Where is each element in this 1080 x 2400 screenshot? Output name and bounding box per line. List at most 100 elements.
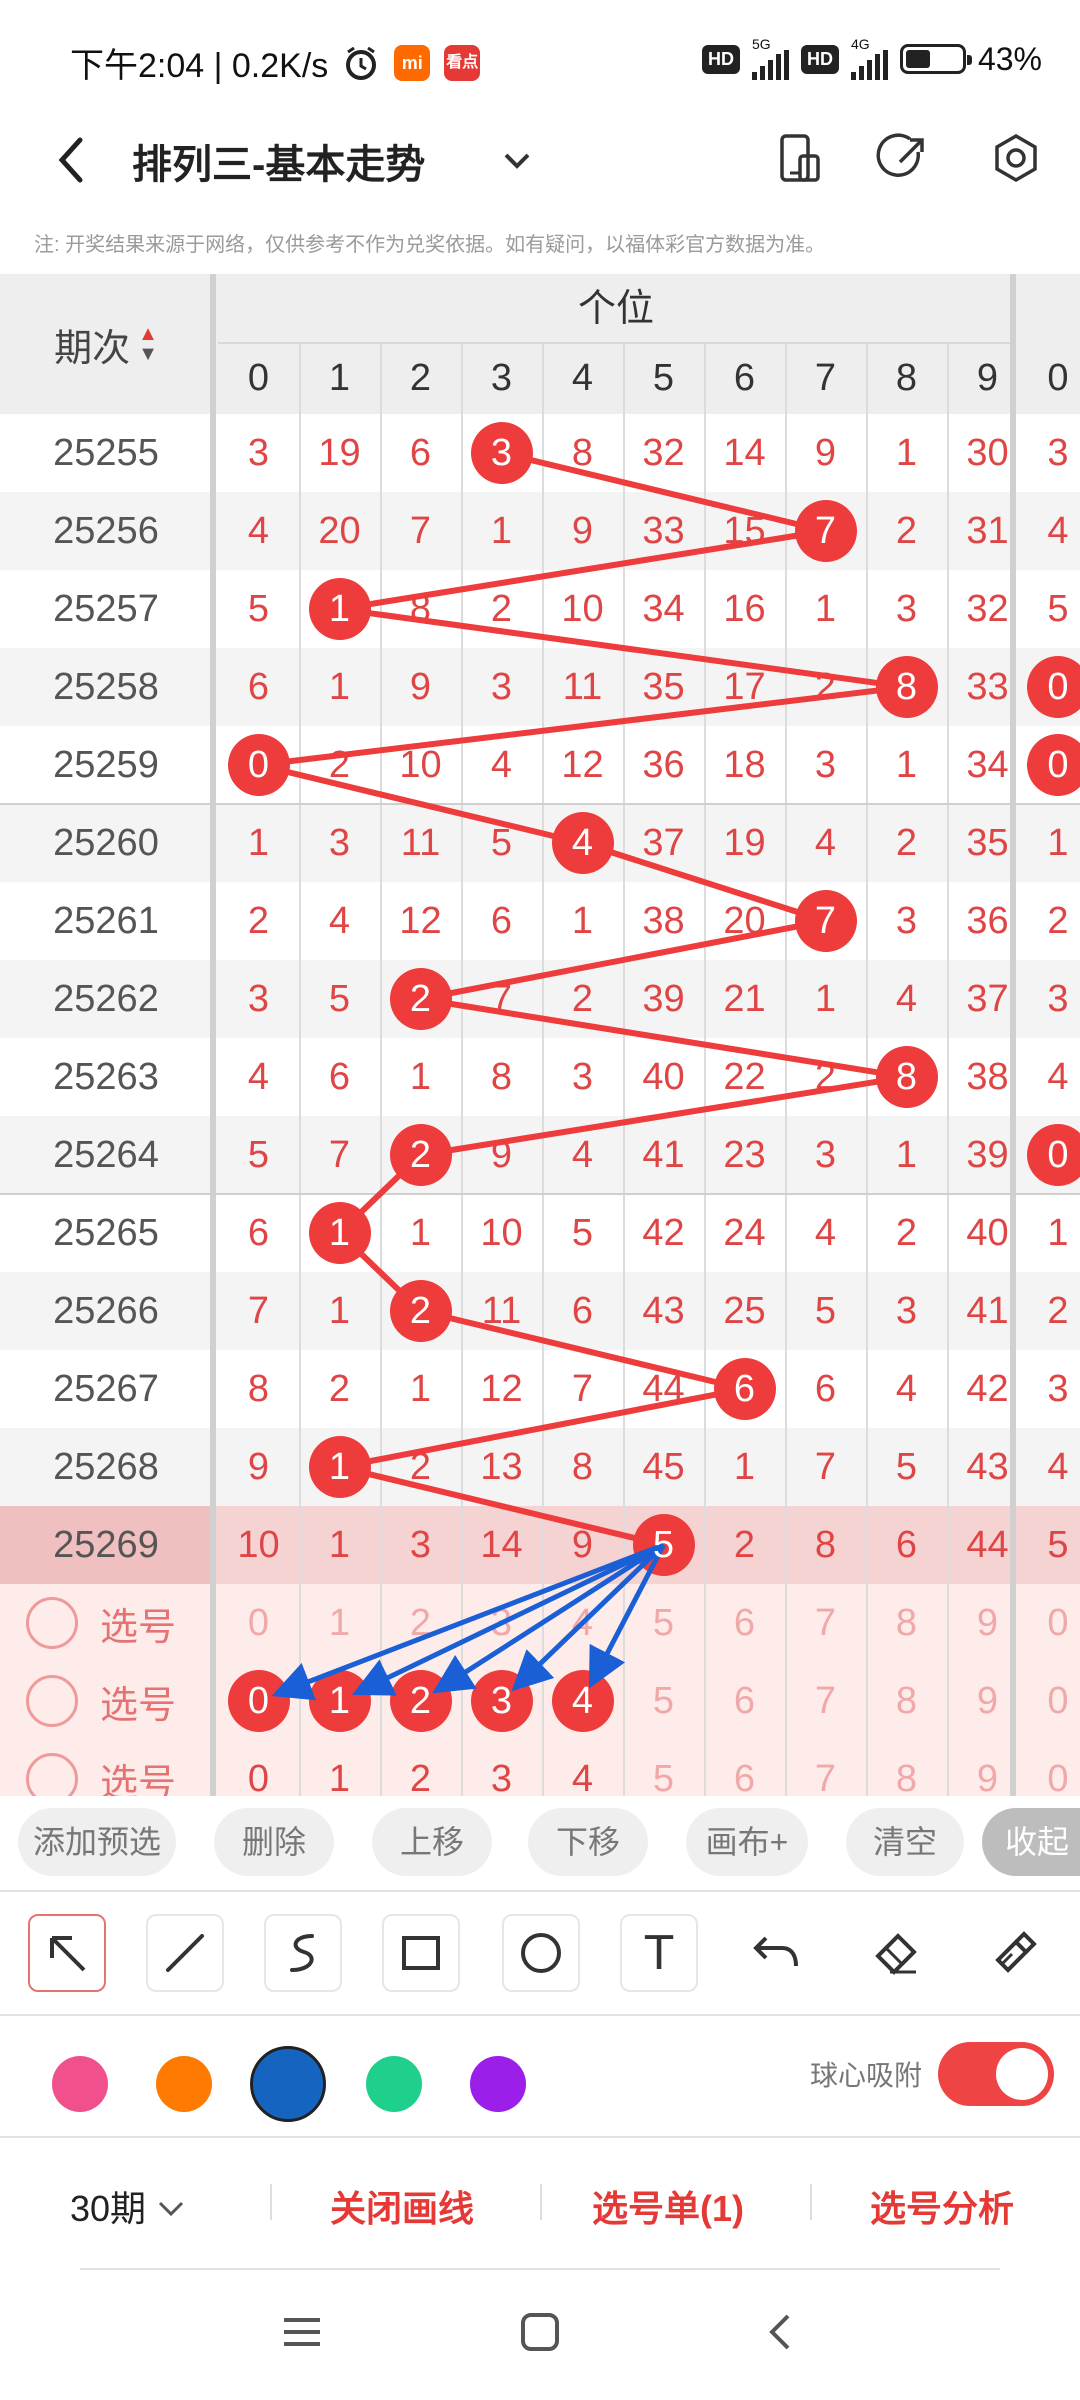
color-swatch-orange[interactable] — [156, 2056, 212, 2112]
select-arrow-tool[interactable] — [28, 1914, 106, 1992]
cell-value: 4 — [1047, 1446, 1069, 1488]
pick-number[interactable]: 5 — [623, 1584, 704, 1662]
cell-value: 1 — [328, 1290, 351, 1332]
cell-value: 6 — [490, 900, 513, 942]
period-header[interactable]: 期次 ▲ ▼ — [0, 274, 212, 414]
back-arrow-icon[interactable] — [50, 130, 90, 190]
chevron-down-icon[interactable] — [500, 144, 534, 178]
circle-tool[interactable] — [502, 1914, 580, 1992]
share-icon[interactable] — [874, 128, 934, 188]
status-left: 下午2:04 | 0.2K/s mi 看点 — [70, 38, 481, 87]
pick-list-button[interactable]: 选号单(1) — [592, 2180, 744, 2232]
mi-app-icon: mi — [394, 44, 431, 81]
move-down-button[interactable]: 下移 — [528, 1808, 648, 1876]
pick-number[interactable]: 6 — [704, 1662, 785, 1740]
pick-number-value: 9 — [976, 1602, 999, 1644]
system-nav-bar — [0, 2268, 1080, 2400]
pick-number[interactable]: 8 — [866, 1584, 947, 1662]
selected-number-ball[interactable]: 0 — [218, 1662, 299, 1740]
add-preselect-button[interactable]: 添加预选 — [18, 1808, 176, 1876]
clear-button[interactable]: 清空 — [846, 1808, 964, 1876]
settings-icon[interactable] — [986, 128, 1046, 188]
pick-number[interactable]: 7 — [785, 1584, 866, 1662]
cell-value: 5 — [247, 588, 270, 630]
period-count-select[interactable]: 30期 — [70, 2180, 186, 2232]
clear-brush-icon — [995, 1931, 1037, 1973]
cell-value: 40 — [966, 1212, 1009, 1254]
pick-number[interactable]: 5 — [623, 1662, 704, 1740]
selected-number-ball[interactable]: 2 — [380, 1662, 461, 1740]
pick-number[interactable]: 1 — [299, 1584, 380, 1662]
radio-circle-icon[interactable] — [26, 1675, 78, 1727]
text-tool[interactable]: T — [620, 1914, 698, 1992]
omission-cell: 11 — [542, 648, 623, 726]
pick-number[interactable]: 4 — [542, 1584, 623, 1662]
page-title[interactable]: 排列三-基本走势 — [132, 132, 425, 190]
canvas-plus-button[interactable]: 画布+ — [686, 1808, 808, 1876]
back-icon[interactable] — [760, 2312, 800, 2352]
group-separator — [0, 803, 1080, 805]
cell-value: 36 — [642, 744, 685, 786]
close-drawing-button[interactable]: 关闭画线 — [330, 2180, 474, 2232]
pick-number-value: 5 — [652, 1602, 675, 1644]
pick-number[interactable]: 0 — [1018, 1662, 1080, 1740]
table-row: 25260 1 3 11 5 4 37 19 4 2 35 1 — [0, 804, 1080, 882]
table-row: 25268 9 1 2 13 8 45 1 7 5 43 4 — [0, 1428, 1080, 1506]
color-swatch-blue[interactable] — [250, 2046, 326, 2122]
undo-tool[interactable] — [738, 1914, 816, 1992]
period-number: 25268 — [53, 1446, 159, 1488]
cell-value: 3 — [490, 432, 513, 474]
pick-row-selector[interactable]: 选号 — [0, 1584, 212, 1662]
kandian-app-icon: 看点 — [444, 44, 481, 81]
omission-cell: 3 — [866, 1272, 947, 1350]
pick-number-value: 6 — [733, 1680, 756, 1722]
cell-value: 2 — [733, 1524, 756, 1566]
pick-number[interactable]: 0 — [218, 1584, 299, 1662]
cell-value: 6 — [895, 1524, 918, 1566]
cell-value: 2 — [247, 900, 270, 942]
phone-layout-icon[interactable] — [770, 128, 830, 188]
omission-cell: 12 — [461, 1350, 542, 1428]
menu-icon[interactable] — [282, 2312, 322, 2352]
pick-number[interactable]: 0 — [1018, 1584, 1080, 1662]
cell-value: 2 — [409, 1446, 432, 1488]
pick-row-selector[interactable]: 选号 — [0, 1662, 212, 1740]
move-up-button[interactable]: 上移 — [372, 1808, 492, 1876]
cell-value: 5 — [814, 1290, 837, 1332]
delete-button[interactable]: 删除 — [214, 1808, 334, 1876]
selected-number-ball[interactable]: 1 — [299, 1662, 380, 1740]
cell-value: 5 — [328, 978, 351, 1020]
color-swatch-green[interactable] — [366, 2056, 422, 2112]
collapse-button[interactable]: 收起 — [982, 1808, 1080, 1876]
cell-value: 0 — [247, 744, 270, 786]
curve-tool[interactable] — [264, 1914, 342, 1992]
omission-cell: 1 — [866, 1116, 947, 1194]
rectangle-tool[interactable] — [382, 1914, 460, 1992]
separator — [270, 2184, 272, 2220]
selected-number-ball[interactable]: 4 — [542, 1662, 623, 1740]
app-header: 排列三-基本走势 — [0, 110, 1080, 230]
selected-number-ball[interactable]: 3 — [461, 1662, 542, 1740]
cell-value: 2 — [1047, 1290, 1069, 1332]
section-divider — [210, 274, 216, 1818]
radio-circle-icon[interactable] — [26, 1597, 78, 1649]
clear-brush-tool[interactable] — [974, 1914, 1052, 1992]
line-tool[interactable] — [146, 1914, 224, 1992]
omission-cell: 1 — [380, 1038, 461, 1116]
pick-analysis-button[interactable]: 选号分析 — [870, 2180, 1014, 2232]
pick-number[interactable]: 6 — [704, 1584, 785, 1662]
pick-number-value: 3 — [490, 1758, 513, 1800]
color-swatch-purple[interactable] — [470, 2056, 526, 2112]
color-swatch-pink[interactable] — [52, 2056, 108, 2112]
hd-badge-1: HD — [701, 44, 740, 74]
pick-number[interactable]: 8 — [866, 1662, 947, 1740]
home-icon[interactable] — [520, 2312, 560, 2352]
eraser-tool[interactable] — [856, 1914, 934, 1992]
snap-to-center-toggle[interactable] — [938, 2042, 1054, 2106]
pick-number[interactable]: 3 — [461, 1584, 542, 1662]
pick-number[interactable]: 2 — [380, 1584, 461, 1662]
sort-icon[interactable]: ▲ ▼ — [138, 324, 158, 364]
pick-number[interactable]: 7 — [785, 1662, 866, 1740]
cell-value: 16 — [723, 588, 766, 630]
hit-ball: 0 — [1018, 1116, 1080, 1194]
